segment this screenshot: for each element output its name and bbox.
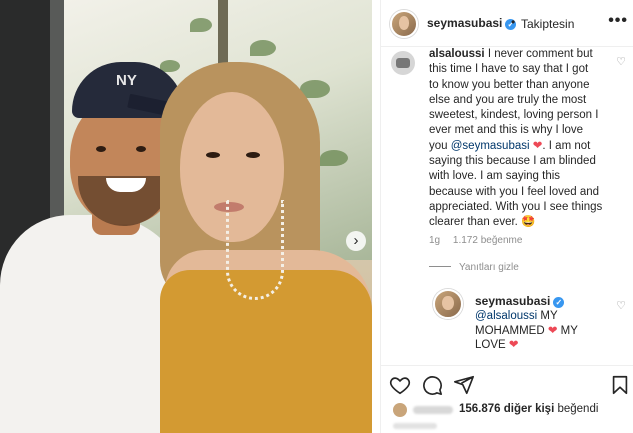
comments-section: alsaloussi I never comment but this time…	[381, 47, 633, 365]
man-eye	[136, 146, 146, 152]
comment-line: to know you better than anyone	[429, 78, 590, 91]
comment-line: this time I have to say that I got	[429, 63, 589, 76]
reply-text: LOVE	[475, 339, 506, 351]
commenter-username[interactable]: alsaloussi	[429, 48, 485, 60]
woman-necklace	[226, 200, 284, 300]
reply-text: MOHAMMED	[475, 324, 545, 337]
verified-badge-icon: ✓	[553, 297, 565, 308]
share-send-icon[interactable]	[453, 374, 475, 396]
man-eye	[96, 146, 106, 152]
comment-line: . I am not	[542, 139, 591, 152]
photo-leaf	[320, 150, 348, 166]
instagram-post: NY › seymasubasi ✓ • Takiptesin ••• alsal…	[0, 0, 633, 433]
post-date-blurred	[393, 423, 437, 429]
reply-author-username[interactable]: seymasubasi ✓	[475, 294, 565, 308]
comment-body: alsaloussi I never comment but this time…	[429, 47, 607, 231]
reply-mention-link[interactable]: @alsaloussi	[475, 310, 537, 322]
red-heart-emoji: ❤	[532, 139, 543, 152]
comment-like-heart-icon[interactable]: ♡	[616, 55, 626, 68]
commenter-avatar[interactable]	[391, 51, 415, 75]
reply-like-heart-icon[interactable]: ♡	[616, 299, 626, 312]
comment-line: saying this because I am blinded	[429, 155, 596, 168]
header-separator: •	[511, 15, 516, 29]
author-username[interactable]: seymasubasi ✓	[427, 16, 517, 30]
woman-eye	[206, 152, 220, 158]
comment-line: ever met and this is why I love	[429, 124, 584, 137]
reply-text: MY	[557, 324, 578, 337]
post-header: seymasubasi ✓ • Takiptesin •••	[381, 0, 633, 47]
photo-leaf	[250, 40, 276, 56]
comment-line: I never comment but	[487, 48, 593, 60]
replies-divider	[429, 266, 451, 267]
photo-leaf	[190, 18, 212, 32]
comment-mention-link[interactable]: @seymasubasi	[451, 140, 530, 152]
liker-avatar[interactable]	[393, 403, 407, 417]
comment-time: 1g	[429, 235, 441, 246]
comment-meta: 1g 1.172 beğenme	[429, 235, 522, 246]
reply-body: @alsaloussi MY MOHAMMED ❤ MY LOVE ❤	[475, 309, 600, 353]
reply-author-avatar[interactable]	[433, 289, 463, 319]
like-heart-icon[interactable]	[389, 374, 411, 396]
reply-text: MY	[537, 310, 558, 322]
comment-line: with love. I am saying this	[429, 170, 561, 183]
comment-line: clearer than ever.	[429, 216, 518, 229]
likes-summary: 156.876 diğer kişi beğendi	[381, 401, 633, 433]
likes-count[interactable]: 156.876	[459, 403, 501, 415]
author-username-text[interactable]: seymasubasi	[427, 16, 502, 30]
comment-line: you	[429, 139, 448, 152]
save-bookmark-icon[interactable]	[609, 374, 631, 396]
woman-eye	[246, 152, 260, 158]
comment-line: else and you are truly the most	[429, 93, 587, 106]
comment-likes-count[interactable]: 1.172 beğenme	[453, 235, 523, 246]
likes-suffix: beğendi	[554, 403, 599, 415]
comment-bubble-icon[interactable]	[421, 374, 443, 396]
likes-text[interactable]: 156.876 diğer kişi beğendi	[459, 403, 598, 415]
post-photo[interactable]: NY ›	[0, 0, 372, 433]
reply-username-text[interactable]: seymasubasi	[475, 294, 550, 308]
liker-name-blurred	[413, 406, 453, 414]
red-heart-emoji: ❤	[508, 339, 519, 351]
star-struck-emoji: 🤩	[521, 216, 536, 229]
post-actions-bar	[381, 365, 633, 401]
comment-line: sweetest, kindest, loving person I	[429, 109, 599, 122]
more-horizontal-icon[interactable]: •••	[608, 12, 628, 30]
cap-logo: NY	[116, 72, 137, 89]
hide-replies-label[interactable]: Yanıtları gizle	[459, 262, 519, 273]
likes-others-label[interactable]: diğer kişi	[501, 403, 555, 415]
comment-line: appreciated. With you I see things	[429, 200, 603, 213]
carousel-next-button[interactable]: ›	[346, 231, 366, 251]
post-sidebar: seymasubasi ✓ • Takiptesin ••• alsaloussi…	[380, 0, 633, 433]
follow-status-button[interactable]: Takiptesin	[521, 17, 574, 31]
hide-replies-toggle[interactable]: Yanıtları gizle	[429, 262, 519, 273]
author-avatar[interactable]	[390, 10, 418, 38]
comment-line: because with you I feel loved and	[429, 185, 600, 198]
